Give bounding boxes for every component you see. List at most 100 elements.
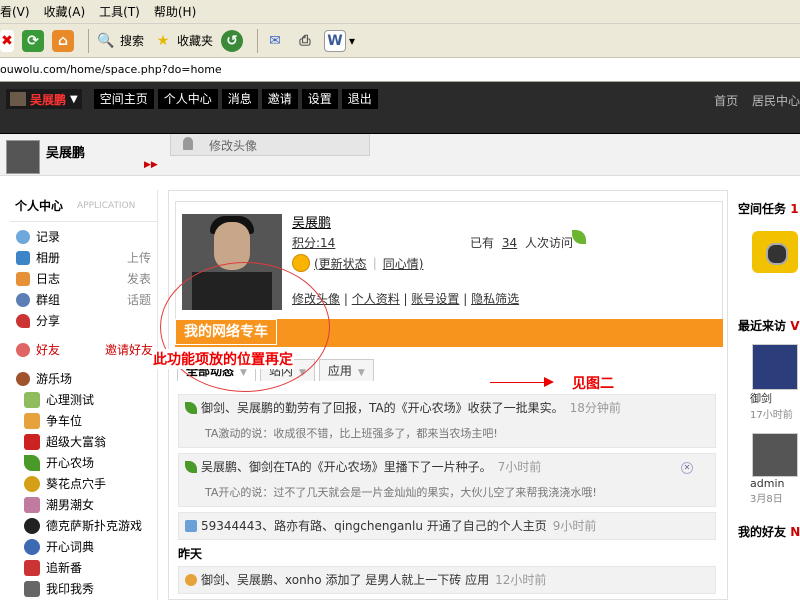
app-label: 开心农场: [46, 456, 95, 470]
app-label: 我印我秀: [46, 582, 95, 596]
app-item[interactable]: 追新番: [10, 557, 157, 578]
nav-home-link[interactable]: 首页: [714, 94, 738, 108]
dictionary-icon: [24, 538, 40, 555]
site-top-nav: 吴展鹏 ▼ 空间主页 个人中心 消息 邀请 设置 退出 首页 居民中心: [0, 82, 800, 134]
edit-avatar-label: 修改头像: [209, 139, 258, 153]
app-item[interactable]: 争车位: [10, 410, 157, 431]
app-label: 超级大富翁: [46, 435, 107, 449]
sidebar-item-groups[interactable]: 群组 话题: [10, 289, 157, 310]
favorites-button[interactable]: ★ 收藏夹: [152, 27, 213, 55]
home-icon: ⌂: [52, 29, 74, 52]
feed-text: 59344443、路亦有路、qingchenganlu 开通了自己的个人主页: [201, 519, 547, 533]
sidebar-item-label: 好友: [36, 343, 61, 357]
star-icon: ★: [152, 29, 175, 52]
app-item[interactable]: 潮男潮女: [10, 494, 157, 515]
refresh-button[interactable]: ⟳: [22, 27, 44, 55]
sidebar-item-label: 记录: [36, 230, 61, 244]
word-icon: W: [324, 29, 347, 52]
visitor-avatar[interactable]: [752, 433, 798, 477]
app-item[interactable]: 超级大富翁: [10, 431, 157, 452]
app-item[interactable]: 葵花点穴手: [10, 473, 157, 494]
double-arrow-icon[interactable]: ▶▶: [144, 160, 158, 170]
dropdown-arrow-icon: ▾: [349, 33, 356, 48]
feed-item: 59344443、路亦有路、qingchenganlu 开通了自己的个人主页 9小…: [178, 512, 716, 540]
profile-info-link[interactable]: 个人资料: [352, 292, 400, 306]
my-friends-mark: N: [790, 525, 800, 539]
sunflower-icon: [24, 475, 40, 492]
sidebar-header: 个人中心 APPLICATION: [10, 190, 157, 222]
nav-space-home[interactable]: 空间主页: [93, 89, 154, 109]
profile-name[interactable]: 吴展鹏: [292, 212, 331, 231]
profile-score[interactable]: 积分:14: [292, 234, 335, 251]
address-text: ouwolu.com/home/space.php?do=home: [0, 63, 222, 76]
address-bar[interactable]: ouwolu.com/home/space.php?do=home: [0, 58, 800, 82]
search-button[interactable]: 🔍 搜索: [95, 27, 144, 55]
history-button[interactable]: ↺: [221, 27, 244, 55]
edit-avatar-tab[interactable]: 修改头像: [170, 134, 370, 156]
app-item[interactable]: 我印我秀: [10, 578, 157, 599]
sidebar-item-blog[interactable]: 日志 发表: [10, 268, 157, 289]
sidebar-item-share[interactable]: 分享: [10, 310, 157, 331]
app-item[interactable]: 心理测试: [10, 389, 157, 410]
nav-settings[interactable]: 设置: [301, 89, 338, 109]
yesterday-header: 昨天: [178, 547, 203, 561]
my-friends-title: 我的好友 N: [738, 523, 800, 540]
sidebar-item-friends[interactable]: 好友 邀请好友: [10, 339, 157, 360]
sidebar-item-label: 分享: [36, 314, 61, 328]
update-status-link[interactable]: (更新状态: [314, 255, 367, 272]
nav-personal-center[interactable]: 个人中心: [157, 89, 218, 109]
close-icon[interactable]: ✕: [681, 462, 693, 474]
nav-resident-center-link[interactable]: 居民中心: [752, 94, 800, 108]
user-menu[interactable]: 吴展鹏 ▼: [6, 89, 82, 109]
app-item[interactable]: 德克萨斯扑克游戏: [10, 515, 157, 536]
same-mood-link[interactable]: 同心情): [383, 255, 424, 272]
edit-button[interactable]: W ▾: [324, 27, 355, 55]
account-settings-link[interactable]: 账号设置: [411, 292, 459, 306]
menu-favorites[interactable]: 收藏(A): [44, 3, 86, 20]
nav-messages[interactable]: 消息: [221, 89, 258, 109]
sidebar-item-album[interactable]: 相册 上传: [10, 247, 157, 268]
camera-icon[interactable]: [752, 231, 798, 273]
recent-visitors-label: 最近来访: [738, 319, 787, 333]
tab-label: 应用: [327, 364, 352, 378]
stop-button[interactable]: ✖: [0, 27, 14, 55]
nav-invite[interactable]: 邀请: [261, 89, 298, 109]
sidebar-item-action[interactable]: 话题: [127, 291, 151, 308]
menu-help[interactable]: 帮助(H): [154, 3, 196, 20]
invite-friends-link[interactable]: 邀请好友: [105, 341, 153, 358]
menu-tools[interactable]: 工具(T): [99, 3, 140, 20]
app-label: 心理测试: [46, 393, 95, 407]
feed-item: 吴展鹏、御剑在TA的《开心农场》里播下了一片种子。 7小时前 ✕ TA开心的说：过…: [178, 453, 716, 507]
app-item[interactable]: 开心词典: [10, 536, 157, 557]
leaf-icon: [572, 230, 586, 244]
browser-toolbar: ✖ ⟳ ⌂ 🔍 搜索 ★ 收藏夹 ↺ ✉ ⎙ W ▾: [0, 24, 800, 58]
user-avatar[interactable]: [6, 140, 40, 174]
activity-feed: 御剑、吴展鹏的勤劳有了回报，TA的《开心农场》收获了一批果实。 18分钟前 TA激…: [178, 394, 716, 599]
feed-text: 御剑、吴展鹏的勤劳有了回报，TA的《开心农场》收获了一批果实。: [201, 401, 564, 415]
speech-bubble-icon: [16, 229, 30, 244]
space-tasks-count: 1: [790, 202, 799, 216]
mail-button[interactable]: ✉: [264, 27, 287, 55]
menu-view[interactable]: 看(V): [0, 3, 30, 20]
visit-number[interactable]: 34: [502, 236, 517, 250]
app-item[interactable]: 开心农场: [10, 452, 157, 473]
nav-logout[interactable]: 退出: [341, 89, 378, 109]
poker-icon: [24, 517, 40, 534]
tab-apps[interactable]: 应用 ▼: [318, 359, 374, 381]
home-button[interactable]: ⌂: [52, 27, 74, 55]
print-button[interactable]: ⎙: [294, 27, 317, 55]
visitor-avatar[interactable]: [752, 344, 798, 390]
visitor-time: 3月8日: [750, 494, 783, 505]
sidebar-item-records[interactable]: 记录: [10, 226, 157, 247]
history-icon: ↺: [221, 29, 244, 52]
visitor-name[interactable]: 御剑: [750, 390, 800, 406]
privacy-filter-link[interactable]: 隐私筛选: [471, 292, 519, 306]
annotation-see-figure: 见图二: [572, 376, 614, 392]
visitor-name[interactable]: admin: [750, 477, 800, 490]
sidebar-item-action[interactable]: 上传: [127, 249, 151, 266]
app-add-icon: [185, 574, 197, 586]
person-icon: [183, 137, 193, 150]
chevron-down-icon: ▼: [357, 368, 365, 378]
feed-subtext: TA开心的说：过不了几天就会是一片金灿灿的果实，大伙儿空了来帮我浇浇水哦!: [205, 486, 597, 499]
sidebar-item-action[interactable]: 发表: [127, 270, 151, 287]
